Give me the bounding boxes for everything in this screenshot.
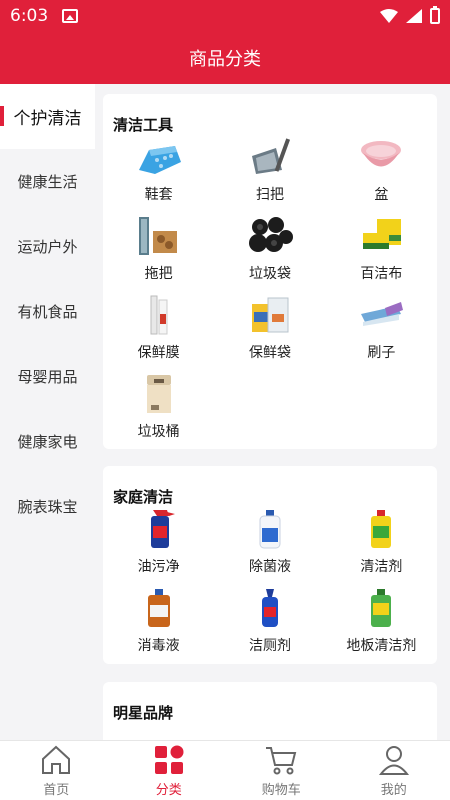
section-star-brands: 明星品牌: [103, 682, 437, 740]
section-cleaning-tools: 清洁工具 鞋套 扫把 盆 拖把 垃圾袋 百洁布 保鲜膜 保鲜袋 刷子 垃圾桶: [103, 94, 437, 449]
product-item-toilet-cleaner[interactable]: 洁厕剂: [214, 585, 325, 664]
product-item-detergent[interactable]: 清洁剂: [326, 506, 437, 585]
sidebar-item-organic-food[interactable]: 有机食品: [0, 279, 95, 344]
brush-icon: [357, 294, 405, 336]
trash-can-icon: [135, 373, 183, 415]
product-label: 油污净: [137, 559, 180, 575]
sidebar-item-label: 个护清洁: [13, 109, 82, 129]
floor-cleaner-icon: [357, 587, 405, 629]
sidebar-item-label: 健康生活: [17, 173, 78, 191]
product-label: 扫把: [255, 187, 284, 203]
garbage-bag-icon: [246, 215, 294, 257]
sidebar-item-label: 母婴用品: [17, 368, 78, 386]
tab-profile[interactable]: 我的: [338, 741, 450, 800]
product-item-scouring-pad[interactable]: 百洁布: [326, 213, 437, 292]
page-title: 商品分类: [189, 49, 261, 70]
tab-label: 首页: [43, 783, 70, 798]
product-label: 除菌液: [248, 559, 291, 575]
product-label: 洁厕剂: [248, 638, 291, 654]
product-label: 清洁剂: [360, 559, 403, 575]
section-home-cleaning: 家庭清洁 油污净 除菌液 清洁剂 消毒液 洁厕剂 地板清洁剂: [103, 466, 437, 664]
sidebar-item-personal-care[interactable]: 个护清洁: [0, 84, 95, 149]
product-label: 保鲜袋: [248, 345, 291, 361]
product-item-trash-can[interactable]: 垃圾桶: [103, 371, 214, 450]
tab-category[interactable]: 分类: [113, 741, 226, 800]
sanitizer-icon: [135, 587, 183, 629]
profile-icon: [378, 746, 409, 775]
sidebar-item-label: 有机食品: [17, 303, 78, 321]
product-item-brush[interactable]: 刷子: [326, 292, 437, 371]
sidebar-item-label: 健康家电: [17, 433, 78, 451]
product-item-disinfectant[interactable]: 除菌液: [214, 506, 325, 585]
product-label: 盆: [374, 187, 389, 203]
product-item-sanitizer[interactable]: 消毒液: [103, 585, 214, 664]
product-item-broom[interactable]: 扫把: [214, 134, 325, 213]
product-item-mop[interactable]: 拖把: [103, 213, 214, 292]
section-title: 家庭清洁: [113, 488, 174, 506]
bottom-tab-bar: 首页 分类 购物车 我的: [0, 740, 450, 800]
product-label: 拖把: [144, 266, 173, 282]
section-title: 清洁工具: [113, 116, 174, 134]
sidebar-item-mother-baby[interactable]: 母婴用品: [0, 344, 95, 409]
tab-label: 分类: [155, 783, 182, 798]
status-time: 6:03: [10, 6, 49, 26]
product-label: 鞋套: [144, 187, 173, 203]
basin-icon: [357, 136, 405, 178]
sidebar-item-health-life[interactable]: 健康生活: [0, 149, 95, 214]
tab-label: 购物车: [261, 783, 301, 798]
sidebar-item-label: 运动户外: [17, 238, 78, 256]
product-item-cling-film[interactable]: 保鲜膜: [103, 292, 214, 371]
detergent-icon: [357, 508, 405, 550]
product-label: 刷子: [367, 345, 396, 361]
scouring-pad-icon: [357, 215, 405, 257]
cling-film-icon: [135, 294, 183, 336]
tab-label: 我的: [380, 783, 407, 798]
product-label: 保鲜膜: [137, 345, 180, 361]
product-item-basin[interactable]: 盆: [326, 134, 437, 213]
category-content: 清洁工具 鞋套 扫把 盆 拖把 垃圾袋 百洁布 保鲜膜 保鲜袋 刷子 垃圾桶 家…: [95, 84, 450, 740]
product-item-degreaser[interactable]: 油污净: [103, 506, 214, 585]
page-header: 商品分类: [0, 32, 450, 84]
product-item-shoe-cover[interactable]: 鞋套: [103, 134, 214, 213]
product-label: 地板清洁剂: [346, 638, 417, 654]
image-notification-icon: [62, 9, 79, 23]
toilet-cleaner-icon: [246, 587, 294, 629]
sidebar-item-label: 腕表珠宝: [17, 498, 78, 516]
product-label: 消毒液: [137, 638, 180, 654]
tab-home[interactable]: 首页: [0, 741, 113, 800]
product-item-floor-cleaner[interactable]: 地板清洁剂: [326, 585, 437, 664]
freshness-bag-icon: [246, 294, 294, 336]
product-item-garbage-bag[interactable]: 垃圾袋: [214, 213, 325, 292]
product-label: 垃圾袋: [248, 266, 291, 282]
signal-icon: [406, 9, 422, 23]
cart-icon: [266, 747, 297, 775]
section-title: 明星品牌: [113, 704, 174, 722]
sidebar-item-outdoor-sports[interactable]: 运动户外: [0, 214, 95, 279]
product-label: 垃圾桶: [137, 424, 180, 440]
product-item-freshness-bag[interactable]: 保鲜袋: [214, 292, 325, 371]
home-icon: [42, 745, 71, 774]
tab-cart[interactable]: 购物车: [225, 741, 338, 800]
shoe-cover-icon: [135, 136, 183, 178]
wifi-icon: [380, 9, 398, 23]
battery-icon: [430, 6, 440, 24]
disinfectant-bottle-icon: [246, 508, 294, 550]
sidebar-item-watches-jewelry[interactable]: 腕表珠宝: [0, 474, 95, 539]
degreaser-icon: [135, 508, 183, 550]
mop-icon: [135, 215, 183, 257]
category-icon: [154, 745, 184, 774]
sidebar-item-health-appliances[interactable]: 健康家电: [0, 409, 95, 474]
category-sidebar: 个护清洁 健康生活 运动户外 有机食品 母婴用品 健康家电 腕表珠宝: [0, 84, 95, 740]
broom-icon: [246, 136, 294, 178]
status-bar: 6:03: [0, 0, 450, 32]
product-label: 百洁布: [360, 266, 403, 282]
